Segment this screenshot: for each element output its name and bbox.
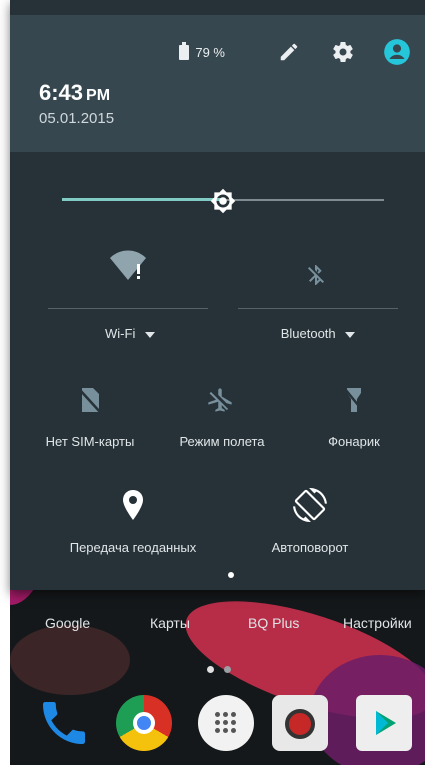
no-sim-icon[interactable] bbox=[78, 386, 102, 418]
clock[interactable]: 6:43 PM bbox=[39, 80, 110, 106]
location-tile-label[interactable]: Передача геоданных bbox=[53, 540, 213, 555]
wallpaper-swoosh bbox=[10, 625, 130, 695]
phone-app-icon[interactable] bbox=[36, 695, 92, 751]
quick-settings-panel: 79 % 6:43 PM 05.01.2015 Wi-Fi Bluetooth … bbox=[10, 0, 425, 590]
date-text[interactable]: 05.01.2015 bbox=[39, 110, 114, 127]
app-label-google[interactable]: Google bbox=[45, 615, 90, 631]
camera-app-icon[interactable] bbox=[272, 695, 328, 751]
page-dot bbox=[224, 666, 231, 673]
quick-settings-header: 79 % 6:43 PM 05.01.2015 bbox=[10, 15, 425, 152]
edit-icon[interactable] bbox=[275, 38, 303, 66]
bluetooth-label: Bluetooth bbox=[280, 326, 336, 341]
sim-tile-label[interactable]: Нет SIM-карты bbox=[30, 434, 150, 449]
brightness-thumb-icon[interactable] bbox=[210, 188, 236, 214]
play-store-icon[interactable] bbox=[356, 695, 412, 751]
page-dot bbox=[207, 666, 214, 673]
battery-percent: 79 % bbox=[195, 44, 225, 60]
auto-rotate-icon[interactable] bbox=[293, 488, 327, 526]
wifi-label: Wi-Fi bbox=[105, 326, 136, 341]
settings-gear-icon[interactable] bbox=[329, 38, 357, 66]
header-status-row: 79 % bbox=[179, 38, 411, 66]
brightness-fill bbox=[62, 198, 223, 201]
rotation-tile-label[interactable]: Автоповорот bbox=[250, 540, 370, 555]
app-label-maps[interactable]: Карты bbox=[150, 615, 190, 631]
battery-icon bbox=[179, 41, 190, 60]
flashlight-tile-label[interactable]: Фонарик bbox=[294, 434, 414, 449]
app-label-bq-plus[interactable]: BQ Plus bbox=[248, 615, 299, 631]
chevron-down-icon[interactable] bbox=[345, 331, 356, 338]
bluetooth-tile[interactable]: Bluetooth bbox=[258, 326, 378, 341]
battery-indicator: 79 % bbox=[179, 41, 225, 60]
flashlight-off-icon[interactable] bbox=[342, 386, 366, 418]
clock-ampm: PM bbox=[86, 87, 111, 104]
app-label-settings[interactable]: Настройки bbox=[343, 615, 412, 631]
location-pin-icon[interactable] bbox=[121, 489, 145, 525]
dock bbox=[10, 695, 425, 765]
user-avatar-icon[interactable] bbox=[383, 38, 411, 66]
quick-settings-page-dot bbox=[228, 572, 234, 578]
wifi-warning-icon[interactable] bbox=[110, 250, 146, 286]
airplane-tile-label[interactable]: Режим полета bbox=[162, 434, 282, 449]
clock-time: 6:43 bbox=[39, 80, 84, 105]
chevron-down-icon[interactable] bbox=[144, 331, 155, 338]
tile-divider bbox=[48, 308, 208, 309]
home-page-indicator bbox=[207, 658, 241, 677]
chrome-app-icon[interactable] bbox=[116, 695, 172, 751]
bluetooth-disabled-icon[interactable] bbox=[304, 262, 328, 292]
app-drawer-icon[interactable] bbox=[198, 695, 254, 751]
wifi-tile[interactable]: Wi-Fi bbox=[70, 326, 190, 341]
brightness-slider[interactable] bbox=[62, 188, 384, 214]
airplane-off-icon[interactable] bbox=[206, 386, 234, 418]
tile-divider bbox=[238, 308, 398, 309]
